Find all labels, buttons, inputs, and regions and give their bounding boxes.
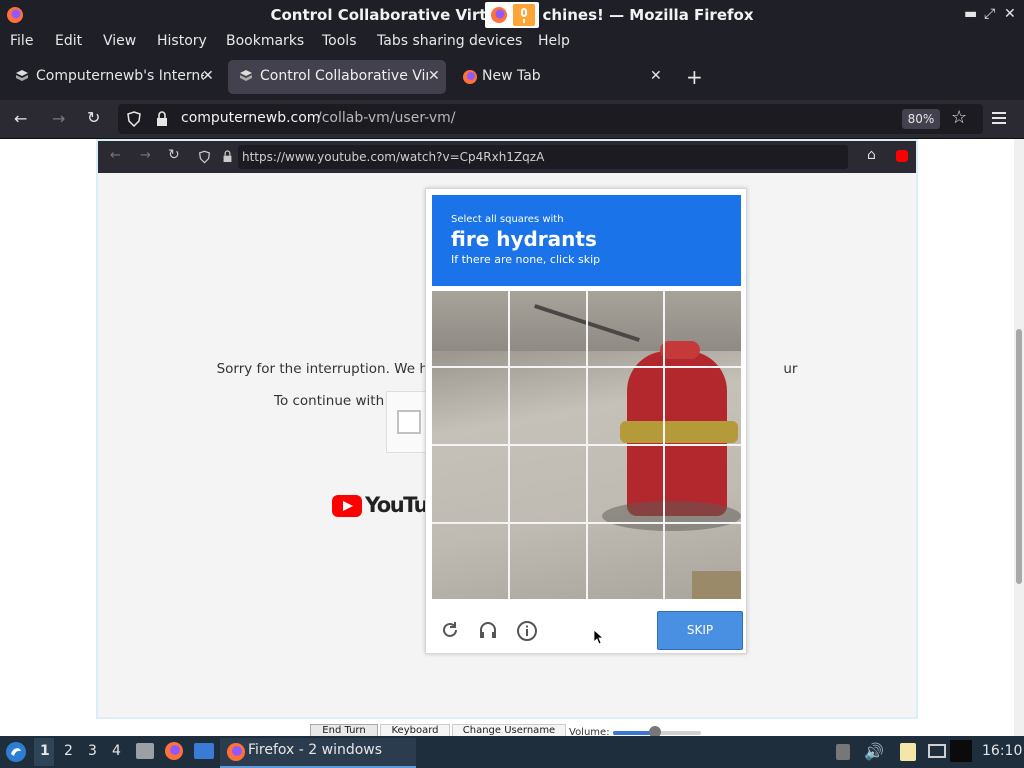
menu-bookmarks[interactable]: Bookmarks	[226, 33, 304, 49]
hamburger-menu-icon[interactable]	[992, 112, 1006, 124]
close-tab-icon[interactable]: ✕	[202, 68, 214, 84]
tab-new-tab[interactable]: New Tab ✕	[452, 60, 670, 94]
menu-bar: File Edit View History Bookmarks Tools T…	[0, 30, 1024, 54]
page-content: ← → ↻ https://www.youtube.com/watch?v=Cp…	[0, 139, 1024, 740]
vm-lock-icon	[223, 150, 232, 162]
window-titlebar: Control Collaborative Virt chines! — Mozi…	[0, 0, 1024, 30]
start-menu-icon[interactable]	[5, 741, 27, 763]
firefox-icon	[463, 70, 477, 84]
vm-back-icon[interactable]: ←	[110, 148, 121, 163]
maximize-button[interactable]: ⤢	[984, 6, 995, 22]
reload-icon[interactable]: ↻	[87, 108, 100, 127]
audio-challenge-icon[interactable]	[478, 620, 498, 640]
system-taskbar: 1 2 3 4 Firefox - 2 windows 🔊 16:10	[0, 736, 1024, 768]
taskbar-firefox-windows[interactable]: Firefox - 2 windows	[220, 738, 416, 768]
page-scrollbar[interactable]	[1014, 139, 1024, 736]
recaptcha-checkbox[interactable]	[397, 410, 421, 434]
firefox-launcher-icon[interactable]	[164, 741, 184, 761]
skip-button[interactable]: SKIP	[657, 611, 743, 650]
back-arrow-icon[interactable]: ←	[14, 109, 27, 128]
computernewb-favicon	[16, 70, 28, 81]
taskbar-firefox-label: Firefox - 2 windows	[248, 742, 383, 758]
url-path: /collab-vm/user-vm/	[317, 110, 456, 126]
tab-label: Computernewb's Interne	[36, 68, 204, 84]
captcha-subtext: If there are none, click skip	[451, 253, 601, 266]
workspace-1[interactable]: 1	[40, 743, 50, 759]
url-bar[interactable]: computernewb.com /collab-vm/user-vm/ 80%…	[118, 104, 983, 134]
menu-tabs-sharing-devices[interactable]: Tabs sharing devices	[377, 33, 522, 49]
mouse-cursor-icon	[594, 630, 604, 645]
tab-bar: Computernewb's Interne ✕ Control Collabo…	[0, 54, 1024, 100]
sharing-indicator[interactable]	[485, 2, 539, 28]
workspace-2[interactable]: 2	[64, 743, 73, 759]
close-tab-icon[interactable]: ✕	[650, 68, 662, 84]
captcha-challenge-dialog: Select all squares with fire hydrants If…	[425, 188, 747, 654]
vm-home-icon[interactable]: ⌂	[867, 147, 876, 163]
vm-forward-icon[interactable]: →	[140, 148, 151, 163]
captcha-instruction: Select all squares with	[451, 214, 564, 225]
zoom-level-badge[interactable]: 80%	[902, 109, 940, 129]
clock: 16:10	[982, 743, 1023, 759]
firefox-icon	[227, 743, 245, 761]
bookmark-star-icon[interactable]: ☆	[951, 107, 967, 128]
tray-app-icon[interactable]	[950, 740, 972, 762]
captcha-image-grid[interactable]	[432, 291, 741, 599]
captcha-header: Select all squares with fire hydrants If…	[432, 195, 741, 286]
volume-slider[interactable]	[613, 726, 701, 738]
volume-icon[interactable]: 🔊	[864, 742, 884, 761]
clipboard-icon[interactable]	[900, 743, 916, 761]
scrollbar-thumb[interactable]	[1016, 329, 1022, 584]
tracking-shield-icon[interactable]	[126, 111, 142, 127]
network-icon[interactable]	[928, 744, 946, 758]
microphone-icon	[513, 4, 535, 26]
vm-reload-icon[interactable]: ↻	[168, 147, 180, 163]
file-manager-icon[interactable]	[136, 743, 154, 759]
vm-browser-navbar: ← → ↻ https://www.youtube.com/watch?v=Cp…	[98, 141, 916, 173]
menu-help[interactable]: Help	[538, 33, 570, 49]
minimize-button[interactable]: ▬	[964, 6, 977, 22]
new-tab-plus-icon[interactable]: +	[686, 65, 703, 89]
info-icon[interactable]	[516, 620, 538, 642]
forward-arrow-icon[interactable]: →	[52, 109, 65, 128]
url-domain: computernewb.com	[181, 110, 321, 126]
menu-edit[interactable]: Edit	[55, 33, 82, 49]
tab-label: New Tab	[482, 68, 541, 84]
close-window-button[interactable]: ✕	[1004, 6, 1016, 22]
tab-label: Control Collaborative Virt	[260, 68, 428, 84]
tray-arrow-icon[interactable]	[836, 744, 850, 760]
computernewb-favicon	[240, 70, 252, 81]
vm-url-bar[interactable]: https://www.youtube.com/watch?v=Cp4Rxh1Z…	[238, 145, 848, 169]
vm-url-text: https://www.youtube.com/watch?v=Cp4Rxh1Z…	[242, 150, 545, 164]
navigation-bar: ← → ↻ computernewb.com /collab-vm/user-v…	[0, 100, 1024, 139]
tab-computernewb[interactable]: Computernewb's Interne ✕	[4, 60, 220, 94]
lock-icon[interactable]	[155, 111, 169, 127]
menu-file[interactable]: File	[10, 33, 33, 49]
reload-challenge-icon[interactable]	[440, 620, 460, 640]
captcha-target: fire hydrants	[451, 227, 597, 251]
workspace-4[interactable]: 4	[112, 743, 121, 759]
menu-tools[interactable]: Tools	[322, 33, 357, 49]
desktop-icon[interactable]	[194, 743, 214, 759]
vm-shield-icon	[198, 150, 211, 164]
workspace-3[interactable]: 3	[88, 743, 97, 759]
tab-collab-vm[interactable]: Control Collaborative Virt ✕	[228, 60, 446, 94]
firefox-sharing-icon	[491, 7, 507, 23]
close-tab-icon[interactable]: ✕	[428, 68, 440, 84]
menu-view[interactable]: View	[103, 33, 136, 49]
youtube-play-icon	[332, 495, 362, 517]
vm-youtube-icon	[896, 150, 908, 162]
menu-history[interactable]: History	[157, 33, 207, 49]
